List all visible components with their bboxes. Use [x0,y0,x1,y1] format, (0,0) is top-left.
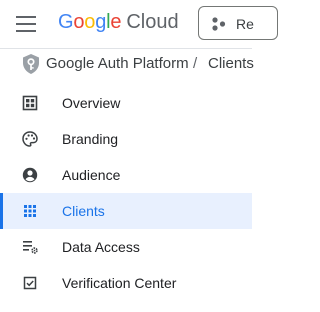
nav-label: Data Access [62,239,140,255]
side-nav: Overview Branding Audience Clients Data … [0,85,252,301]
google-wordmark: Google [58,11,122,33]
nav-label: Audience [62,167,121,183]
breadcrumb-separator: / [193,55,198,72]
project-picker-label: Re [236,16,254,32]
breadcrumb-auth-platform[interactable]: Google Auth Platform [46,55,189,72]
nav-item-verification-center[interactable]: Verification Center [0,265,252,301]
checkbox-icon [23,276,37,290]
nav-item-branding[interactable]: Branding [0,121,252,157]
project-picker-button[interactable]: Re [198,6,278,40]
nav-item-data-access[interactable]: Data Access [0,229,252,265]
nav-label: Clients [62,203,105,219]
nav-item-overview[interactable]: Overview [0,85,252,121]
palette-icon [22,131,38,147]
list-settings-icon [23,241,38,254]
google-cloud-logo[interactable]: Google Cloud [58,11,179,37]
nav-label: Overview [62,95,121,111]
account-circle-icon [22,167,38,183]
apps-grid-icon [24,205,36,217]
dashboard-icon [22,95,38,111]
auth-shield-icon [23,54,39,74]
project-dots-icon [212,17,226,31]
hamburger-menu-icon[interactable] [16,16,36,32]
cloud-wordmark: Cloud [126,11,179,33]
nav-item-clients[interactable]: Clients [0,193,252,229]
breadcrumb-clients[interactable]: Clients [208,55,254,72]
nav-item-audience[interactable]: Audience [0,157,252,193]
top-bar: Google Cloud Re [0,0,278,48]
nav-label: Branding [62,131,119,147]
nav-label: Verification Center [62,275,177,291]
breadcrumb: Google Auth Platform / Clients [0,49,254,79]
active-indicator [0,193,3,229]
